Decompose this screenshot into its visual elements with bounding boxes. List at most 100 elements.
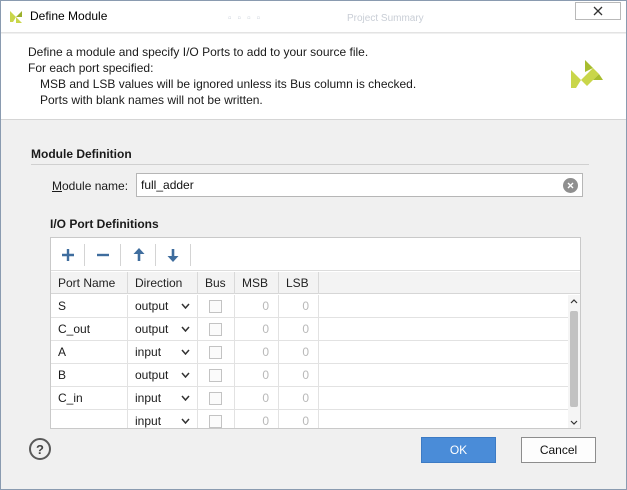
chevron-up-icon [570,298,578,303]
lsb-cell[interactable]: 0 [279,318,319,340]
chevron-down-icon [570,420,578,425]
port-name-cell[interactable]: B [51,364,128,386]
bus-cell [198,387,235,409]
table-row[interactable]: S output 0 0 [51,295,568,318]
move-down-button[interactable] [161,244,185,266]
chevron-down-icon [181,395,190,401]
lsb-cell[interactable]: 0 [279,364,319,386]
column-header-filler [319,272,580,294]
port-name-cell[interactable] [51,410,128,428]
toolbar-separator [120,244,121,266]
chevron-down-icon [181,303,190,309]
chevron-down-icon [181,349,190,355]
direction-select[interactable]: output [128,364,198,386]
port-name-cell[interactable]: C_in [51,387,128,409]
module-name-mnemonic: M [52,179,62,193]
bus-cell [198,295,235,317]
direction-select[interactable]: output [128,295,198,317]
title-bar: Define Module ▫▫▫▫ Project Summary [1,1,626,33]
direction-value: input [135,345,162,359]
module-definition-title: Module Definition [31,147,132,161]
toolbar-separator [190,244,191,266]
bus-checkbox[interactable] [209,300,222,313]
app-logo-icon [10,11,22,23]
direction-value: output [135,368,169,382]
scroll-down-button[interactable] [568,416,580,428]
move-up-button[interactable] [127,244,151,266]
msb-cell[interactable]: 0 [235,341,279,363]
msb-cell[interactable]: 0 [235,295,279,317]
remove-port-button[interactable] [91,244,115,266]
clear-input-button[interactable] [563,178,578,193]
add-port-button[interactable] [56,244,80,266]
direction-select[interactable]: input [128,341,198,363]
direction-select[interactable]: output [128,318,198,340]
table-row[interactable]: input 0 0 [51,410,568,428]
msb-cell[interactable]: 0 [235,364,279,386]
clear-icon [567,182,574,189]
background-window-title: Project Summary [347,13,424,24]
section-divider [31,164,589,165]
toolbar-separator [84,244,85,266]
description-line: MSB and LSB values will be ignored unles… [40,77,417,91]
close-button[interactable] [575,2,621,20]
direction-value: output [135,299,169,313]
close-icon [593,6,603,16]
msb-cell[interactable]: 0 [235,318,279,340]
plus-icon [62,249,74,261]
table-row[interactable]: C_out output 0 0 [51,318,568,341]
column-header-direction[interactable]: Direction [128,272,198,294]
row-filler [319,295,568,317]
ok-button[interactable]: OK [421,437,496,463]
bus-checkbox[interactable] [209,346,222,359]
module-name-input[interactable] [136,173,583,197]
lsb-cell[interactable]: 0 [279,410,319,428]
scroll-thumb[interactable] [570,311,578,407]
row-filler [319,341,568,363]
brand-logo-icon [571,60,603,88]
bus-checkbox[interactable] [209,392,222,405]
dialog-title: Define Module [30,9,108,23]
column-header-lsb[interactable]: LSB [279,272,319,294]
bus-checkbox[interactable] [209,415,222,428]
column-header-msb[interactable]: MSB [235,272,279,294]
row-filler [319,318,568,340]
bus-checkbox[interactable] [209,323,222,336]
lsb-cell[interactable]: 0 [279,341,319,363]
table-row[interactable]: A input 0 0 [51,341,568,364]
port-toolbar [51,238,580,271]
column-header-port-name[interactable]: Port Name [51,272,128,294]
bus-cell [198,318,235,340]
scroll-up-button[interactable] [568,295,580,307]
port-name-cell[interactable]: S [51,295,128,317]
bus-cell [198,341,235,363]
module-name-label-text: odule name: [62,179,129,193]
port-name-cell[interactable]: C_out [51,318,128,340]
bus-cell [198,410,235,428]
help-icon: ? [36,441,44,457]
lsb-cell[interactable]: 0 [279,295,319,317]
table-row[interactable]: B output 0 0 [51,364,568,387]
port-table-panel: Port Name Direction Bus MSB LSB S output… [50,237,581,429]
background-window-controls: ▫▫▫▫ [228,13,267,24]
chevron-down-icon [181,372,190,378]
table-row[interactable]: C_in input 0 0 [51,387,568,410]
toolbar-separator [155,244,156,266]
column-header-bus[interactable]: Bus [198,272,235,294]
io-port-definitions-title: I/O Port Definitions [50,217,159,231]
description-line: Define a module and specify I/O Ports to… [28,45,369,59]
lsb-cell[interactable]: 0 [279,387,319,409]
cancel-button[interactable]: Cancel [521,437,596,463]
direction-select[interactable]: input [128,410,198,428]
description-text: Define a module and specify I/O Ports to… [28,44,416,108]
help-button[interactable]: ? [29,438,51,460]
port-table-header: Port Name Direction Bus MSB LSB [51,272,580,294]
chevron-down-icon [181,326,190,332]
bus-checkbox[interactable] [209,369,222,382]
vertical-scrollbar[interactable] [568,295,580,428]
direction-select[interactable]: input [128,387,198,409]
msb-cell[interactable]: 0 [235,410,279,428]
minus-icon [97,253,109,257]
msb-cell[interactable]: 0 [235,387,279,409]
port-name-cell[interactable]: A [51,341,128,363]
